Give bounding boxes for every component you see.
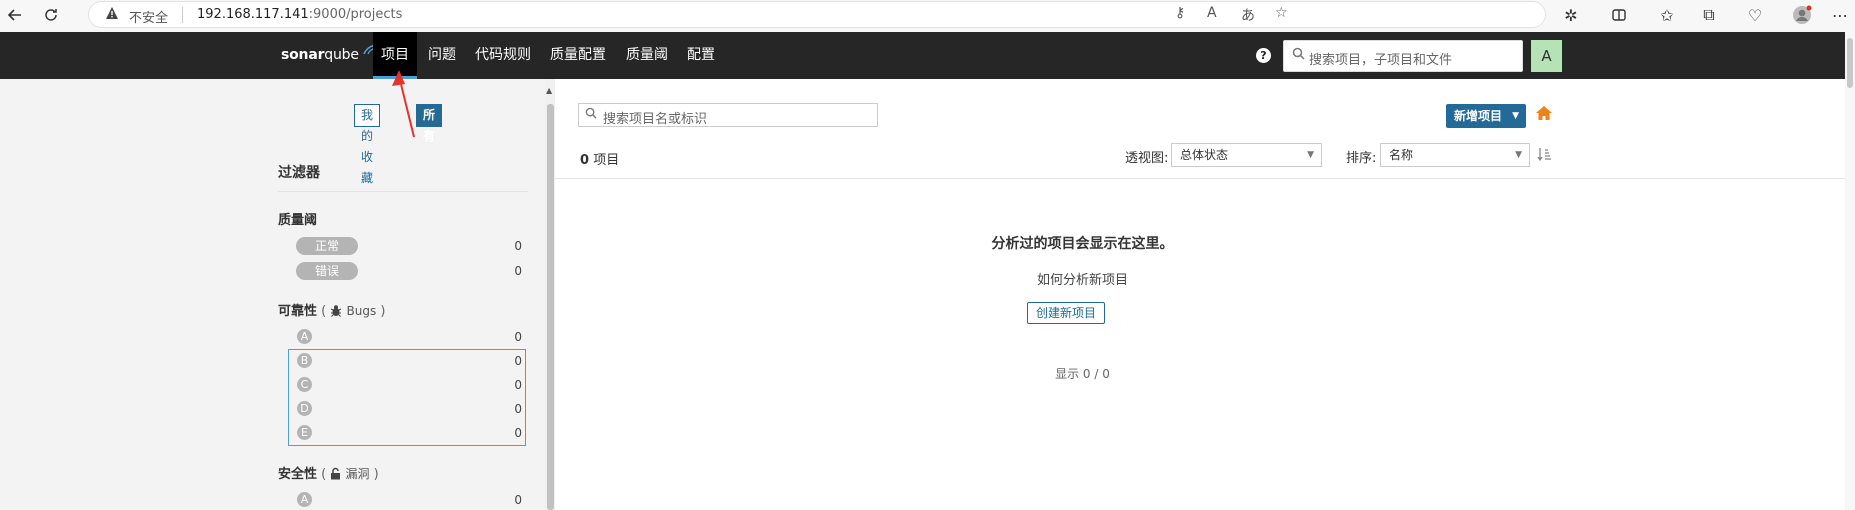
divider <box>278 191 528 192</box>
facet-count: 0 <box>514 378 522 392</box>
rating-d-badge[interactable]: D <box>297 401 312 416</box>
sonarqube-logo[interactable]: sonarqube <box>281 44 377 63</box>
perspective-value: 总体状态 <box>1180 148 1229 162</box>
read-aloud-icon[interactable]: A <box>1207 5 1217 21</box>
nav-quality-profiles[interactable]: 质量配置 <box>542 32 614 79</box>
sort-select[interactable]: 名称 ▼ <box>1380 143 1530 167</box>
security-title: 安全性 <box>278 467 318 482</box>
favorite-star-icon[interactable]: ☆ <box>1275 5 1288 21</box>
filters-title: 过滤器 <box>278 165 320 181</box>
quality-gate-failed[interactable]: 错误 <box>296 262 358 280</box>
global-search-placeholder: 搜索项目，子项目和文件 <box>1309 53 1453 68</box>
top-navbar <box>0 32 1855 79</box>
logo-text-bold: sonar <box>281 47 325 63</box>
extensions-icon[interactable]: ✲ <box>1560 4 1582 26</box>
project-search-input[interactable]: 搜索项目名或标识 <box>578 103 878 127</box>
rating-a-badge[interactable]: A <box>297 492 312 507</box>
quality-gate-passed[interactable]: 正常 <box>296 237 358 255</box>
url-path: :9000/projects <box>308 7 403 22</box>
nav-rules[interactable]: 代码规则 <box>467 32 539 79</box>
facet-count: 0 <box>514 264 522 278</box>
key-icon[interactable]: ⚷ <box>1175 5 1185 21</box>
reliability-sub: Bugs <box>346 304 377 318</box>
split-screen-icon[interactable] <box>1608 4 1630 26</box>
collections-icon[interactable]: ⧉ <box>1698 4 1720 26</box>
search-icon <box>585 107 597 123</box>
reliability-header: 可靠性 ( Bugs ) <box>278 300 385 321</box>
facet-count: 0 <box>514 330 522 344</box>
address-bar[interactable]: 不安全 192.168.117.141:9000/projects ⚷ A あ … <box>88 1 1546 28</box>
toggle-all[interactable]: 所有 <box>416 104 443 143</box>
how-to-analyze-link[interactable]: 如何分析新项目 <box>555 269 1610 288</box>
facet-count: 0 <box>514 239 522 253</box>
create-project-button[interactable]: 创建新项目 <box>1027 302 1105 324</box>
perspective-label: 透视图: <box>1125 151 1169 166</box>
security-sub: 漏洞 <box>345 467 370 481</box>
help-icon[interactable]: ? <box>1256 48 1271 63</box>
sort-label: 排序: <box>1346 151 1377 166</box>
divider <box>182 7 183 23</box>
rating-range-selection[interactable] <box>288 349 526 446</box>
facet-count: 0 <box>514 493 522 507</box>
page-scrollbar-thumb[interactable] <box>1847 38 1853 88</box>
browser-toolbar: 不安全 192.168.117.141:9000/projects ⚷ A あ … <box>0 0 1855 32</box>
paren: ) <box>373 467 379 482</box>
logo-text-light: qube <box>324 47 359 63</box>
sort-direction-icon[interactable] <box>1537 146 1553 166</box>
nav-quality-gates[interactable]: 质量阈 <box>618 32 676 79</box>
translate-icon[interactable]: あ <box>1241 5 1255 25</box>
nav-projects[interactable]: 项目 <box>373 32 417 79</box>
reload-icon[interactable] <box>40 4 62 26</box>
rating-c-badge[interactable]: C <box>297 377 312 392</box>
global-search-input[interactable]: 搜索项目，子项目和文件 <box>1283 40 1523 72</box>
url-host: 192.168.117.141 <box>197 7 309 22</box>
sidebar-scrollbar-thumb[interactable] <box>547 104 554 510</box>
search-icon <box>1292 47 1305 64</box>
back-icon[interactable] <box>4 4 26 26</box>
more-icon[interactable]: ⋯ <box>1829 4 1851 26</box>
caret-down-icon: ▼ <box>1307 150 1314 160</box>
facet-count: 0 <box>514 426 522 440</box>
project-count-value: 0 <box>580 153 590 168</box>
home-icon[interactable] <box>1535 105 1553 125</box>
rating-b-badge[interactable]: B <box>297 353 312 368</box>
empty-state-title: 分析过的项目会显示在这里。 <box>991 236 1174 252</box>
caret-down-icon: ▼ <box>1515 150 1522 160</box>
new-project-label: 新增项目 <box>1454 109 1503 123</box>
paren: ( <box>321 467 327 482</box>
nav-administration[interactable]: 配置 <box>679 32 723 79</box>
lock-icon <box>330 467 341 484</box>
security-header: 安全性 ( 漏洞 ) <box>278 463 379 484</box>
scroll-up-icon[interactable]: ▲ <box>546 86 552 95</box>
project-count-unit: 项目 <box>593 153 620 168</box>
page-scrollbar[interactable] <box>1845 32 1855 510</box>
project-search-placeholder: 搜索项目名或标识 <box>603 112 708 127</box>
perspective-select[interactable]: 总体状态 ▼ <box>1171 143 1322 167</box>
profile-icon[interactable] <box>1791 4 1813 26</box>
quality-gate-title: 质量阈 <box>278 213 318 228</box>
nav-issues[interactable]: 问题 <box>420 32 464 79</box>
insecure-label: 不安全 <box>129 11 169 26</box>
paren: ) <box>380 304 386 319</box>
paren: ( <box>321 304 327 319</box>
bug-icon <box>330 304 342 321</box>
sort-value: 名称 <box>1389 148 1414 162</box>
avatar[interactable]: A <box>1531 40 1562 72</box>
rating-a-badge[interactable]: A <box>297 329 312 344</box>
favorites-icon[interactable]: ✩ <box>1656 4 1678 26</box>
divider <box>555 178 1855 179</box>
pagination-summary: 显示 0 / 0 <box>1055 367 1110 381</box>
project-count: 0 项目 <box>580 149 619 168</box>
reliability-title: 可靠性 <box>278 304 318 319</box>
rating-e-badge[interactable]: E <box>297 425 312 440</box>
health-icon[interactable]: ♡ <box>1744 4 1766 26</box>
url-text: 192.168.117.141:9000/projects <box>197 7 402 22</box>
caret-down-icon: ▼ <box>1512 111 1519 121</box>
warning-icon <box>105 6 119 24</box>
facet-count: 0 <box>514 402 522 416</box>
new-project-button[interactable]: 新增项目 ▼ <box>1446 104 1526 128</box>
toggle-favorites[interactable]: 我的收藏 <box>354 104 381 185</box>
facet-count: 0 <box>514 354 522 368</box>
